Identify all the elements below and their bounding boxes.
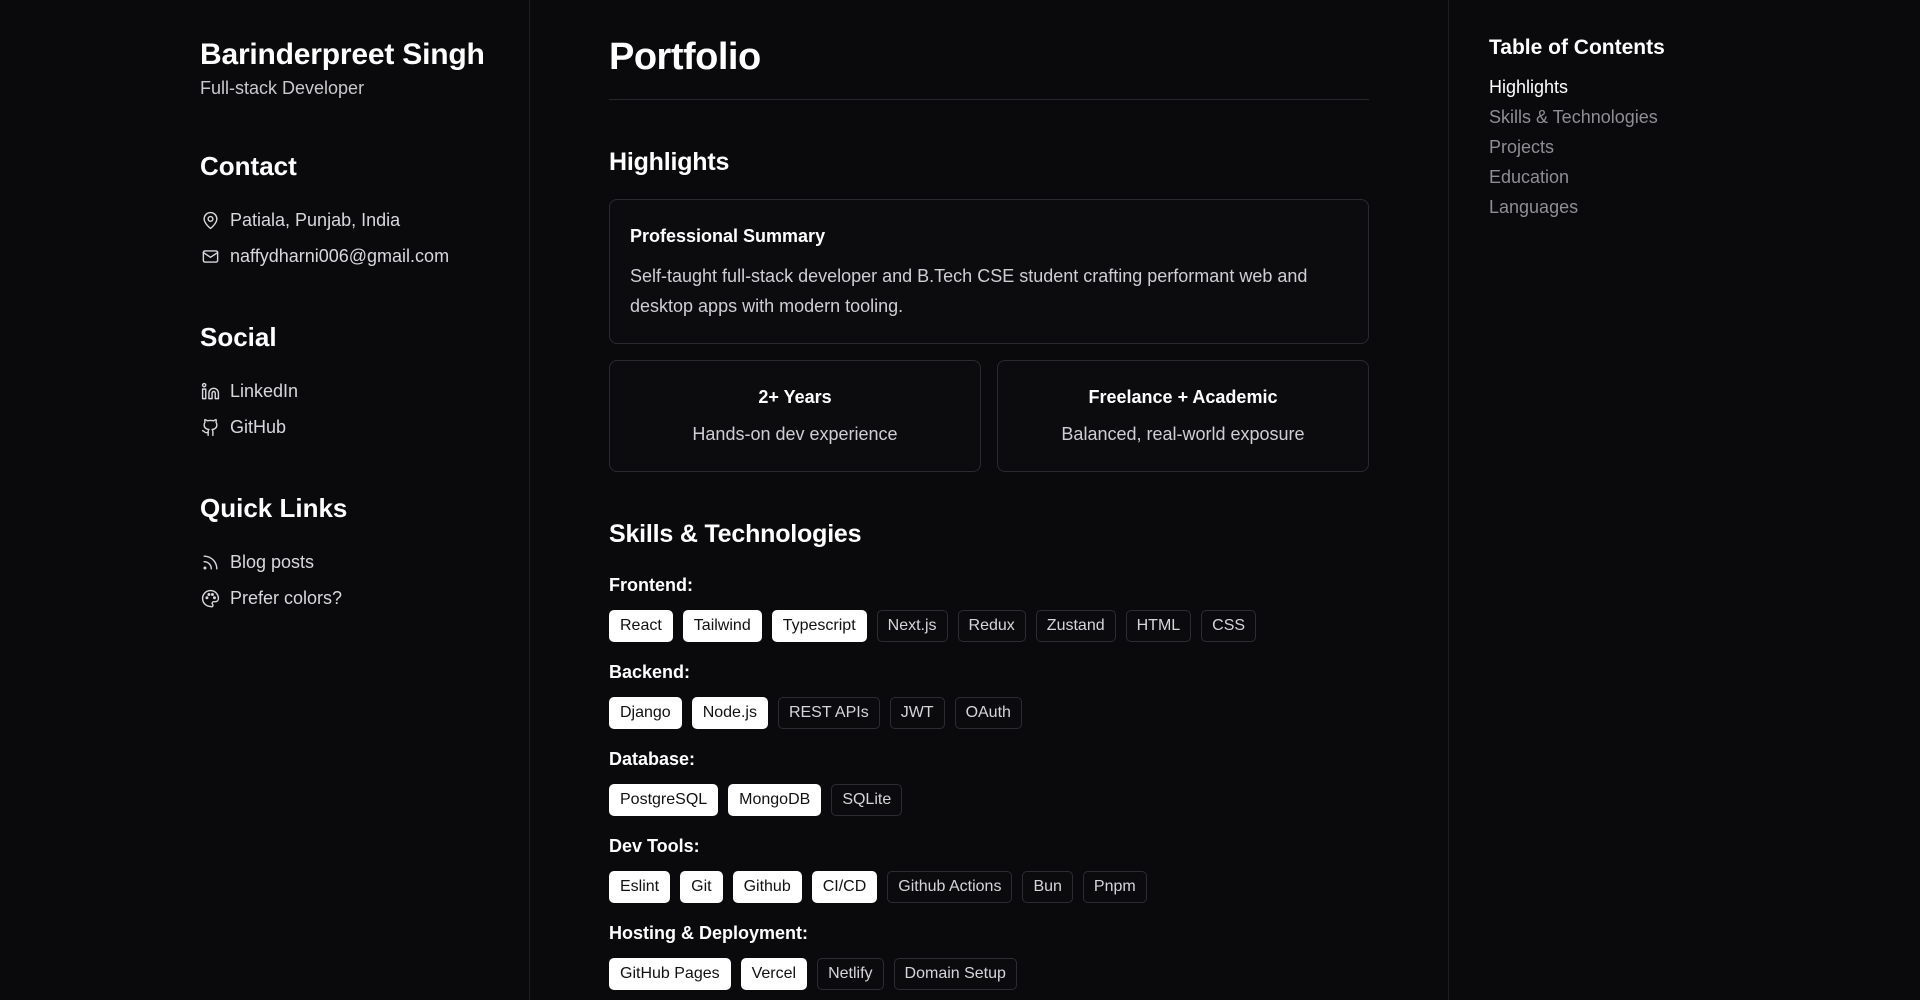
skill-category-backend: Backend: Django Node.js REST APIs JWT OA… <box>609 662 1369 729</box>
toc-heading: Table of Contents <box>1489 36 1665 59</box>
tag-list: React Tailwind Typescript Next.js Redux … <box>609 610 1369 642</box>
highlights-heading: Highlights <box>609 148 730 176</box>
skill-tag: OAuth <box>954 697 1022 729</box>
skill-tag: React <box>609 610 673 642</box>
summary-title: Professional Summary <box>630 226 826 246</box>
social-linkedin-link[interactable]: LinkedIn <box>200 373 529 409</box>
skill-tag: Domain Setup <box>893 958 1017 990</box>
skill-tag: Next.js <box>876 610 948 642</box>
skill-tag: Github <box>732 871 802 903</box>
left-sidebar: Barinderpreet Singh Full-stack Developer… <box>0 0 530 1000</box>
toc-item-highlights[interactable]: Highlights <box>1489 72 1920 102</box>
map-pin-icon <box>200 210 220 230</box>
skill-tag: GitHub Pages <box>609 958 731 990</box>
professional-summary-card: Professional Summary Self-taught full-st… <box>609 199 1369 344</box>
location-text: Patiala, Punjab, India <box>230 209 401 230</box>
tag-list: PostgreSQL MongoDB SQLite <box>609 784 1369 816</box>
category-label: Backend: <box>609 662 691 682</box>
linkedin-label[interactable]: LinkedIn <box>230 381 298 402</box>
stat-card: Freelance + Academic Balanced, real-worl… <box>997 360 1369 472</box>
skill-tag: Eslint <box>609 871 671 903</box>
skill-tag: Django <box>609 697 682 729</box>
stat-desc: Balanced, real-world exposure <box>1061 424 1305 444</box>
social-heading: Social <box>200 322 277 352</box>
stat-card: 2+ Years Hands-on dev experience <box>609 360 981 472</box>
page-title: Portfolio <box>609 36 1369 100</box>
blog-posts-label[interactable]: Blog posts <box>230 552 314 573</box>
skill-category-hosting: Hosting & Deployment: GitHub Pages Verce… <box>609 923 1369 990</box>
linkedin-icon <box>200 381 220 401</box>
skill-tag: REST APIs <box>777 697 880 729</box>
social-github-link[interactable]: GitHub <box>200 409 529 445</box>
contact-location: Patiala, Punjab, India <box>200 202 529 238</box>
prefer-colors-label[interactable]: Prefer colors? <box>230 588 342 609</box>
category-label: Hosting & Deployment: <box>609 923 809 943</box>
rss-icon <box>200 552 220 572</box>
category-label: Database: <box>609 749 696 769</box>
skill-tag: Netlify <box>817 958 884 990</box>
stat-title: 2+ Years <box>758 387 832 407</box>
skill-tag: Node.js <box>691 697 768 729</box>
skill-tag: CI/CD <box>811 871 878 903</box>
category-label: Frontend: <box>609 575 693 595</box>
skill-tag: JWT <box>889 697 945 729</box>
skill-tag: MongoDB <box>728 784 822 816</box>
tag-list: Eslint Git Github CI/CD Github Actions B… <box>609 871 1369 903</box>
profile-name: Barinderpreet Singh <box>200 38 485 71</box>
palette-icon <box>200 588 220 608</box>
skill-tag: Redux <box>957 610 1026 642</box>
skill-tag: Typescript <box>771 610 867 642</box>
table-of-contents: Table of Contents Highlights Skills & Te… <box>1448 0 1920 1000</box>
skill-tag: Github Actions <box>887 871 1013 903</box>
stat-desc: Hands-on dev experience <box>692 424 898 444</box>
contact-heading: Contact <box>200 151 297 181</box>
skill-tag: CSS <box>1201 610 1257 642</box>
skill-tag: Tailwind <box>682 610 762 642</box>
skill-tag: PostgreSQL <box>609 784 719 816</box>
toc-item-languages[interactable]: Languages <box>1489 192 1920 222</box>
toc-item-projects[interactable]: Projects <box>1489 132 1920 162</box>
tag-list: Django Node.js REST APIs JWT OAuth <box>609 697 1369 729</box>
tag-list: GitHub Pages Vercel Netlify Domain Setup <box>609 958 1369 990</box>
toc-item-skills[interactable]: Skills & Technologies <box>1489 102 1920 132</box>
skill-tag: Zustand <box>1035 610 1116 642</box>
page: Barinderpreet Singh Full-stack Developer… <box>0 0 1920 1000</box>
category-label: Dev Tools: <box>609 836 700 856</box>
skill-category-frontend: Frontend: React Tailwind Typescript Next… <box>609 575 1369 642</box>
profile-role: Full-stack Developer <box>200 78 365 98</box>
email-text[interactable]: naffydharni006@gmail.com <box>230 246 449 267</box>
main-content: Portfolio Highlights Professional Summar… <box>609 0 1369 1000</box>
summary-text: Self-taught full-stack developer and B.T… <box>630 266 1308 316</box>
toc-item-education[interactable]: Education <box>1489 162 1920 192</box>
github-icon <box>200 417 220 437</box>
skill-tag: Git <box>680 871 723 903</box>
skill-tag: Pnpm <box>1082 871 1147 903</box>
blog-posts-link[interactable]: Blog posts <box>200 544 529 580</box>
mail-icon <box>200 246 220 266</box>
skill-category-dev-tools: Dev Tools: Eslint Git Github CI/CD Githu… <box>609 836 1369 903</box>
stat-title: Freelance + Academic <box>1088 387 1278 407</box>
github-label[interactable]: GitHub <box>230 417 286 438</box>
skill-tag: Vercel <box>740 958 808 990</box>
skill-category-database: Database: PostgreSQL MongoDB SQLite <box>609 749 1369 816</box>
skill-tag: Bun <box>1022 871 1073 903</box>
skill-tag: HTML <box>1125 610 1192 642</box>
prefer-colors-link[interactable]: Prefer colors? <box>200 580 529 616</box>
stats-row: 2+ Years Hands-on dev experience Freelan… <box>609 360 1369 472</box>
quick-links-heading: Quick Links <box>200 493 348 523</box>
skill-tag: SQLite <box>831 784 903 816</box>
contact-email[interactable]: naffydharni006@gmail.com <box>200 238 529 274</box>
skills-heading: Skills & Technologies <box>609 520 862 548</box>
